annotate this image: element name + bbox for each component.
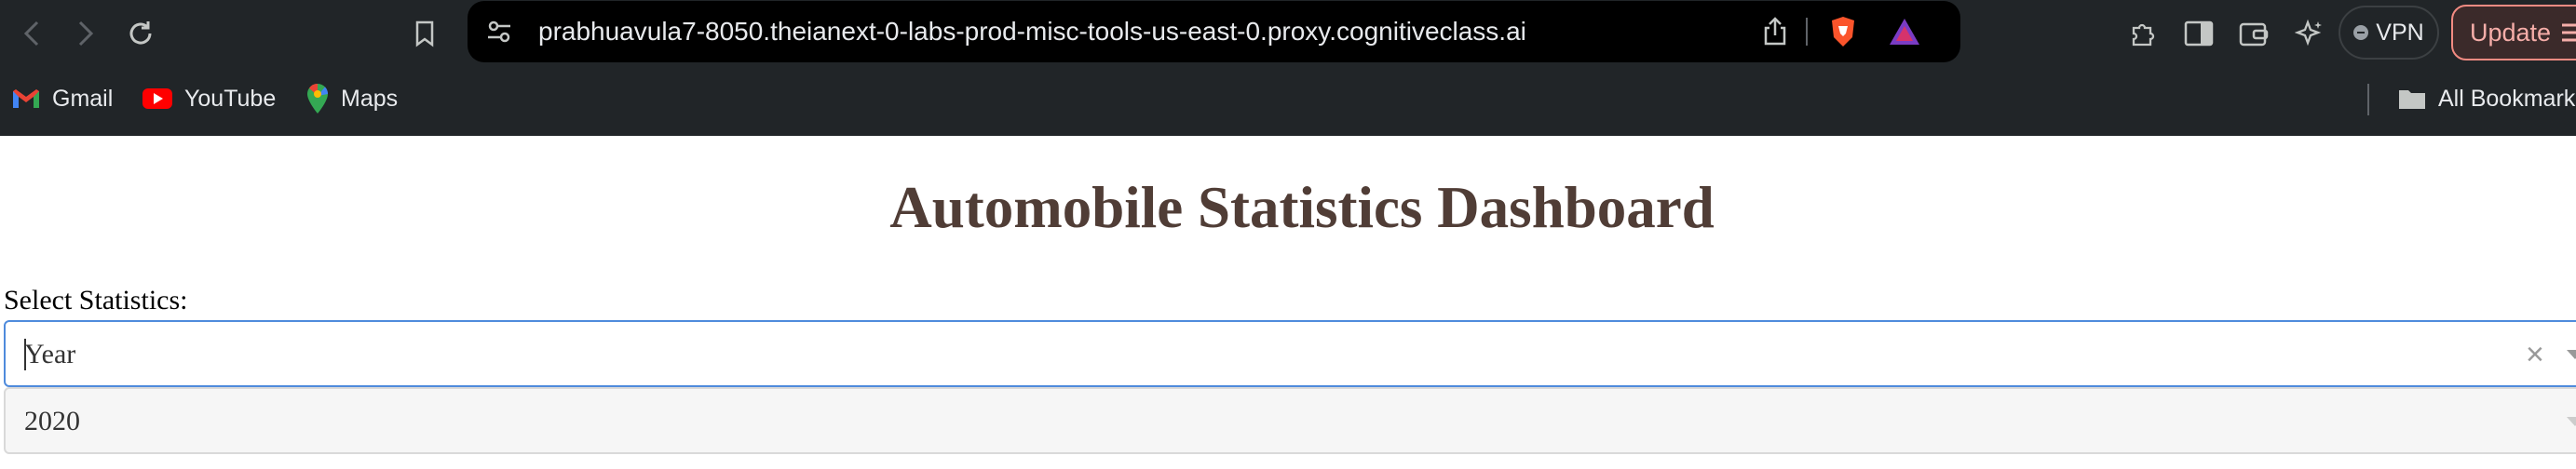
site-settings-icon[interactable] bbox=[481, 13, 518, 50]
page-title: Automobile Statistics Dashboard bbox=[889, 175, 1715, 240]
url-text[interactable]: prabhuavula7-8050.theianext-0-labs-prod-… bbox=[538, 16, 1526, 47]
bookmark-icon bbox=[415, 20, 434, 47]
bookmark-gmail[interactable]: Gmail bbox=[11, 80, 113, 117]
browser-chrome: prabhuavula7-8050.theianext-0-labs-prod-… bbox=[0, 0, 2576, 136]
vpn-status-icon bbox=[2353, 25, 2369, 40]
back-button[interactable] bbox=[13, 15, 50, 52]
year-dropdown[interactable]: 2020 bbox=[4, 387, 2576, 454]
bookmark-youtube[interactable]: YouTube bbox=[142, 80, 276, 117]
chevron-down-icon[interactable] bbox=[2567, 417, 2576, 426]
wallet-icon[interactable] bbox=[2235, 15, 2272, 52]
back-arrow-icon bbox=[23, 20, 39, 47]
clear-icon[interactable]: × bbox=[2526, 339, 2544, 370]
vpn-label: VPN bbox=[2376, 19, 2424, 46]
forward-button[interactable] bbox=[67, 15, 104, 52]
folder-icon bbox=[2399, 90, 2425, 109]
update-button[interactable]: Update bbox=[2451, 5, 2576, 60]
youtube-icon bbox=[142, 88, 172, 109]
select-statistics-label: Select Statistics: bbox=[4, 285, 188, 315]
bookmarks-divider bbox=[2367, 84, 2369, 115]
all-bookmarks-label: All Bookmarks bbox=[2438, 85, 2576, 112]
sidebar-icon[interactable] bbox=[2180, 15, 2217, 52]
extensions-icon[interactable] bbox=[2124, 15, 2162, 52]
bookmark-maps[interactable]: Maps bbox=[305, 80, 398, 117]
leo-ai-icon[interactable] bbox=[2291, 15, 2328, 52]
chevron-down-icon[interactable] bbox=[2567, 350, 2576, 359]
brave-shields-icon[interactable] bbox=[1824, 13, 1862, 50]
year-dropdown-value[interactable]: 2020 bbox=[24, 405, 80, 438]
gmail-icon bbox=[13, 89, 39, 108]
dashboard-page: Automobile Statistics Dashboard Select S… bbox=[0, 136, 2576, 469]
vpn-button[interactable]: VPN bbox=[2339, 6, 2439, 60]
address-bar[interactable]: prabhuavula7-8050.theianext-0-labs-prod-… bbox=[468, 1, 1960, 62]
reload-icon bbox=[129, 21, 152, 45]
bookmark-label: YouTube bbox=[184, 85, 277, 112]
forward-arrow-icon bbox=[78, 20, 94, 47]
all-bookmarks-button[interactable]: All Bookmarks bbox=[2397, 80, 2576, 117]
menu-icon bbox=[2562, 23, 2576, 42]
statistics-dropdown-value[interactable]: Year bbox=[24, 338, 75, 371]
brave-rewards-icon[interactable] bbox=[1886, 13, 1923, 50]
bookmarks-bar: Gmail YouTube Maps All Bookmarks bbox=[0, 67, 2576, 130]
omnibox-divider bbox=[1806, 18, 1808, 46]
bookmark-label: Gmail bbox=[52, 85, 114, 112]
update-label: Update bbox=[2470, 18, 2552, 47]
maps-icon bbox=[307, 83, 329, 114]
bookmark-page-button[interactable] bbox=[406, 15, 443, 52]
bookmark-label: Maps bbox=[341, 85, 399, 112]
browser-toolbar: prabhuavula7-8050.theianext-0-labs-prod-… bbox=[0, 0, 2576, 67]
reload-button[interactable] bbox=[122, 15, 159, 52]
statistics-dropdown[interactable]: Year × bbox=[4, 320, 2576, 387]
share-icon[interactable] bbox=[1756, 13, 1794, 50]
